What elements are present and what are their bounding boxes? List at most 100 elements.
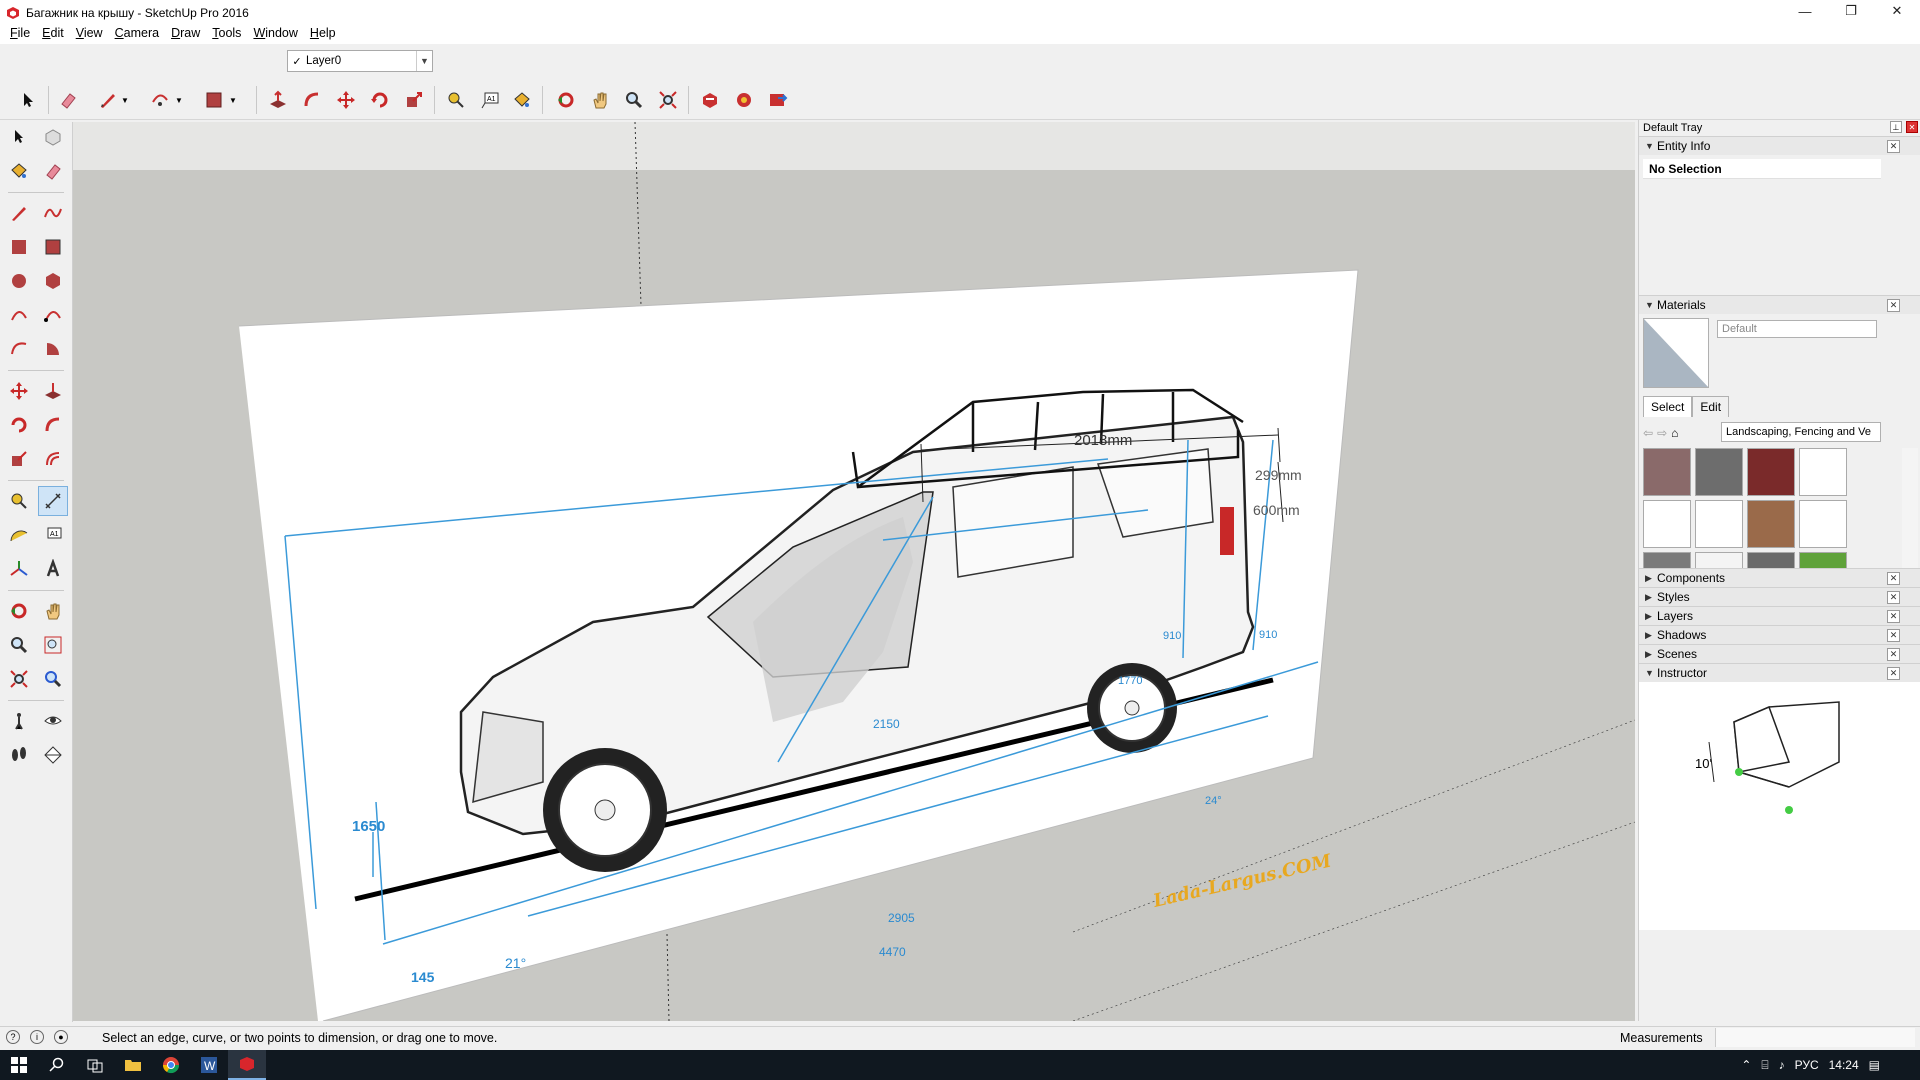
windows-start-icon[interactable] [0, 1050, 38, 1080]
eraser-button-left[interactable] [38, 156, 68, 186]
pin-icon[interactable]: ⊥ [1890, 121, 1902, 133]
menu-edit[interactable]: Edit [36, 26, 70, 40]
back-arrow-icon[interactable]: ⇦ [1643, 426, 1653, 440]
orbit-tool-button[interactable] [552, 86, 580, 114]
push-pull-button-left[interactable] [38, 376, 68, 406]
panel-close-icon[interactable]: ✕ [1887, 299, 1900, 312]
arc-dropdown-arrow[interactable]: ▼ [172, 86, 186, 114]
select-tool-button[interactable] [14, 86, 42, 114]
push-pull-tool-button[interactable] [264, 86, 292, 114]
paint-bucket-button-left[interactable] [4, 156, 34, 186]
search-icon[interactable] [38, 1050, 76, 1080]
zoom-button-left[interactable] [4, 630, 34, 660]
follow-me-button-left[interactable] [38, 410, 68, 440]
tape-measure-tool-button[interactable] [442, 86, 470, 114]
chevron-down-icon[interactable]: ▼ [416, 51, 432, 71]
rotated-rectangle-button[interactable] [38, 232, 68, 262]
material-collection-dropdown[interactable]: Landscaping, Fencing and Ve [1721, 422, 1881, 442]
rotate-button-left[interactable] [4, 410, 34, 440]
panel-close-icon[interactable]: ✕ [1887, 629, 1900, 642]
sketchup-taskbar-icon[interactable] [228, 1050, 266, 1080]
material-swatch[interactable] [1643, 448, 1691, 496]
look-around-button[interactable] [38, 706, 68, 736]
geo-location-icon[interactable]: ? [6, 1030, 20, 1044]
shape-dropdown-arrow[interactable]: ▼ [226, 86, 240, 114]
material-swatch[interactable] [1695, 500, 1743, 548]
restore-button[interactable]: ❐ [1828, 0, 1874, 22]
rectangle-button-left[interactable] [4, 232, 34, 262]
offset-button[interactable] [38, 444, 68, 474]
panel-close-icon[interactable]: ✕ [1887, 667, 1900, 680]
minimize-button[interactable]: — [1782, 0, 1828, 22]
pie-button[interactable] [38, 334, 68, 364]
layer-dropdown[interactable]: ✓ Layer0 ▼ [287, 50, 433, 72]
three-point-arc-button[interactable] [4, 334, 34, 364]
network-icon[interactable]: ⌸ [1761, 1058, 1768, 1073]
keyboard-language[interactable]: РУС [1795, 1058, 1819, 1072]
panel-close-icon[interactable]: ✕ [1887, 140, 1900, 153]
move-tool-button[interactable] [332, 86, 360, 114]
file-explorer-icon[interactable] [114, 1050, 152, 1080]
material-swatch[interactable] [1695, 448, 1743, 496]
paint-bucket-tool-button[interactable] [508, 86, 536, 114]
menu-view[interactable]: View [70, 26, 109, 40]
previous-view-button[interactable] [38, 664, 68, 694]
material-swatch[interactable] [1747, 500, 1795, 548]
two-point-arc-button[interactable] [38, 300, 68, 330]
material-swatch[interactable] [1799, 500, 1847, 548]
materials-header[interactable]: ▼ Materials ✕ [1639, 295, 1920, 314]
panel-close-icon[interactable]: ✕ [1887, 572, 1900, 585]
panel-close-icon[interactable]: ✕ [1887, 610, 1900, 623]
zoom-extents-button-left[interactable] [4, 664, 34, 694]
scale-tool-button[interactable] [400, 86, 428, 114]
tab-edit[interactable]: Edit [1692, 396, 1730, 417]
tape-measure-button-left[interactable] [4, 486, 34, 516]
position-camera-button[interactable] [4, 706, 34, 736]
panel-header-shadows[interactable]: ▶ Shadows ✕ [1639, 625, 1920, 644]
task-view-icon[interactable] [76, 1050, 114, 1080]
eraser-tool-button[interactable] [54, 86, 82, 114]
home-icon[interactable]: ⌂ [1671, 426, 1678, 440]
pan-button-left[interactable] [38, 596, 68, 626]
material-name-field[interactable]: Default [1717, 320, 1877, 338]
orbit-button-left[interactable] [4, 596, 34, 626]
menu-tools[interactable]: Tools [206, 26, 247, 40]
menu-help[interactable]: Help [304, 26, 342, 40]
3d-text-button[interactable] [38, 554, 68, 584]
3d-warehouse-button[interactable] [696, 86, 724, 114]
zoom-extents-tool-button[interactable] [654, 86, 682, 114]
send-to-layout-button[interactable] [764, 86, 792, 114]
text-tool-button[interactable]: A1 [476, 86, 504, 114]
volume-icon[interactable]: ♪ [1779, 1058, 1785, 1072]
panel-header-components[interactable]: ▶ Components ✕ [1639, 568, 1920, 587]
material-swatch[interactable] [1643, 500, 1691, 548]
chrome-icon[interactable] [152, 1050, 190, 1080]
dim-roof-width[interactable]: 2018mm [1074, 432, 1132, 449]
polygon-button[interactable] [38, 266, 68, 296]
pan-tool-button[interactable] [586, 86, 614, 114]
entity-info-header[interactable]: ▼ Entity Info ✕ [1639, 136, 1920, 155]
material-swatch[interactable] [1747, 448, 1795, 496]
menu-camera[interactable]: Camera [109, 26, 165, 40]
tray-close-icon[interactable]: ✕ [1906, 121, 1918, 133]
instructor-header[interactable]: ▼ Instructor ✕ [1639, 663, 1920, 682]
make-component-button[interactable] [38, 122, 68, 152]
user-icon[interactable]: ● [54, 1030, 68, 1044]
material-swatch[interactable] [1799, 448, 1847, 496]
model-canvas[interactable]: 2018mm 299mm 600mm 1650 910 910 1770 215… [73, 122, 1635, 1021]
notifications-icon[interactable]: ▤ [1869, 1058, 1880, 1072]
menu-file[interactable]: File [4, 26, 36, 40]
line-button-left[interactable] [4, 198, 34, 228]
scale-button-left[interactable] [4, 444, 34, 474]
section-plane-button[interactable] [38, 740, 68, 770]
menu-draw[interactable]: Draw [165, 26, 206, 40]
zoom-tool-button[interactable] [620, 86, 648, 114]
close-button[interactable]: ✕ [1874, 0, 1920, 22]
forward-arrow-icon[interactable]: ⇨ [1657, 426, 1667, 440]
follow-me-tool-button[interactable] [298, 86, 326, 114]
select-tool-button-left[interactable] [4, 122, 34, 152]
dim-roof-height[interactable]: 299mm [1255, 467, 1302, 483]
protractor-button[interactable] [4, 520, 34, 550]
info-icon[interactable]: i [30, 1030, 44, 1044]
rectangle-tool-button[interactable] [200, 86, 228, 114]
